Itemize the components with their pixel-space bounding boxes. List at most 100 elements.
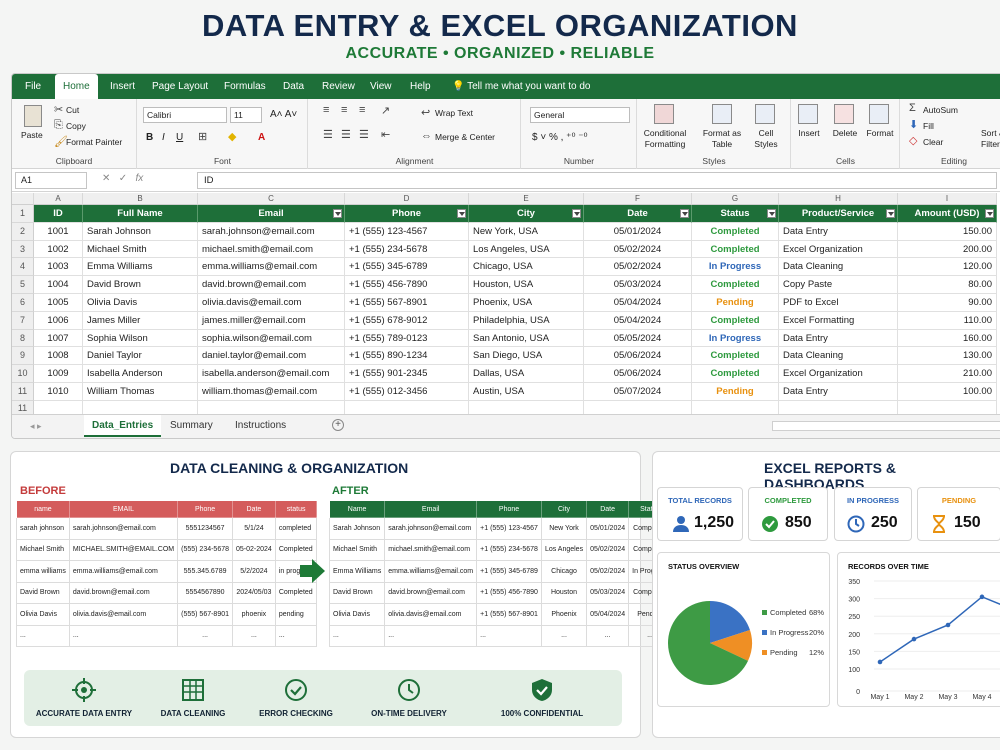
- menu-view[interactable]: View: [370, 74, 392, 99]
- data-cell[interactable]: 1007: [34, 329, 83, 348]
- fill-button[interactable]: Fill: [923, 121, 934, 131]
- align-center-icon[interactable]: ☰: [341, 128, 351, 141]
- data-cell[interactable]: +1 (555) 678-9012: [345, 311, 469, 330]
- fill-color-icon[interactable]: ◆: [228, 130, 236, 143]
- data-cell[interactable]: 05/02/2024: [584, 240, 692, 259]
- header-cell[interactable]: Status: [692, 205, 779, 223]
- data-cell[interactable]: Excel Organization: [779, 240, 898, 259]
- number-format-buttons[interactable]: $ ˅ % , ⁺⁰ ⁻⁰: [532, 132, 588, 143]
- data-cell[interactable]: david.brown@email.com: [198, 276, 345, 294]
- row-header[interactable]: 10: [12, 365, 34, 383]
- column-header-f[interactable]: F: [584, 193, 692, 205]
- font-size-select[interactable]: 11: [230, 107, 262, 123]
- number-format-select[interactable]: General: [530, 107, 630, 123]
- data-cell[interactable]: olivia.davis@email.com: [198, 294, 345, 312]
- cell-styles-button[interactable]: Cell: [746, 128, 786, 138]
- filter-dropdown-icon[interactable]: [767, 209, 776, 218]
- data-cell[interactable]: +1 (555) 012-3456: [345, 383, 469, 401]
- data-cell[interactable]: James Miller: [83, 311, 198, 330]
- indent-icon[interactable]: ⇤: [381, 128, 390, 141]
- paste-button[interactable]: Paste: [21, 130, 43, 140]
- data-cell[interactable]: 1010: [34, 383, 83, 401]
- delete-cells-button[interactable]: Delete: [826, 128, 864, 138]
- header-cell[interactable]: ID: [34, 205, 83, 223]
- data-cell[interactable]: Data Entry: [779, 329, 898, 348]
- clear-button[interactable]: Clear: [923, 137, 943, 147]
- data-cell[interactable]: Completed: [692, 276, 779, 294]
- data-cell[interactable]: 05/06/2024: [584, 365, 692, 383]
- menu-formulas[interactable]: Formulas: [224, 74, 266, 99]
- data-cell[interactable]: 1005: [34, 294, 83, 312]
- data-cell[interactable]: Sophia Wilson: [83, 329, 198, 348]
- data-cell[interactable]: 1004: [34, 276, 83, 294]
- data-cell[interactable]: 1008: [34, 347, 83, 366]
- data-cell[interactable]: San Antonio, USA: [469, 329, 584, 348]
- tab-summary[interactable]: Summary: [162, 415, 221, 437]
- column-header-d[interactable]: D: [345, 193, 469, 205]
- cut-button[interactable]: Cut: [66, 105, 79, 115]
- data-cell[interactable]: 160.00: [898, 329, 997, 348]
- row-header[interactable]: 8: [12, 329, 34, 348]
- data-cell[interactable]: Los Angeles, USA: [469, 240, 584, 259]
- data-cell[interactable]: 120.00: [898, 258, 997, 277]
- row-header[interactable]: 1: [12, 205, 34, 223]
- header-cell[interactable]: Email: [198, 205, 345, 223]
- data-cell[interactable]: San Diego, USA: [469, 347, 584, 366]
- column-header-b[interactable]: B: [83, 193, 198, 205]
- orientation-icon[interactable]: ↗: [381, 104, 390, 117]
- row-header[interactable]: 5: [12, 276, 34, 294]
- menu-page-layout[interactable]: Page Layout: [152, 74, 208, 99]
- row-header[interactable]: 6: [12, 294, 34, 312]
- menu-insert[interactable]: Insert: [110, 74, 135, 99]
- tab-data-entries[interactable]: Data_Entries: [84, 415, 162, 437]
- header-cell[interactable]: Date: [584, 205, 692, 223]
- align-bottom-icon[interactable]: ≡: [359, 104, 365, 116]
- header-cell[interactable]: Phone: [345, 205, 469, 223]
- data-cell[interactable]: +1 (555) 567-8901: [345, 294, 469, 312]
- data-cell[interactable]: Data Cleaning: [779, 258, 898, 277]
- align-left-icon[interactable]: ☰: [323, 128, 333, 141]
- data-cell[interactable]: sophia.wilson@email.com: [198, 329, 345, 348]
- data-cell[interactable]: Phoenix, USA: [469, 294, 584, 312]
- column-header-h[interactable]: H: [779, 193, 898, 205]
- data-cell[interactable]: 05/03/2024: [584, 276, 692, 294]
- data-cell[interactable]: 05/02/2024: [584, 258, 692, 277]
- align-middle-icon[interactable]: ≡: [341, 104, 347, 116]
- column-header-e[interactable]: E: [469, 193, 584, 205]
- data-cell[interactable]: 210.00: [898, 365, 997, 383]
- filter-dropdown-icon[interactable]: [680, 209, 689, 218]
- data-cell[interactable]: 1002: [34, 240, 83, 259]
- tab-instructions[interactable]: Instructions: [227, 415, 294, 437]
- format-as-table-button[interactable]: Format as: [696, 128, 748, 138]
- data-cell[interactable]: Austin, USA: [469, 383, 584, 401]
- insert-cells-button[interactable]: Insert: [792, 128, 826, 138]
- filter-dropdown-icon[interactable]: [985, 209, 994, 218]
- data-cell[interactable]: Completed: [692, 311, 779, 330]
- align-top-icon[interactable]: ≡: [323, 104, 329, 116]
- data-cell[interactable]: Completed: [692, 365, 779, 383]
- data-cell[interactable]: +1 (555) 789-0123: [345, 329, 469, 348]
- italic-button[interactable]: I: [162, 132, 165, 143]
- filter-dropdown-icon[interactable]: [886, 209, 895, 218]
- row-header[interactable]: 2: [12, 222, 34, 241]
- horizontal-scrollbar[interactable]: [772, 421, 1000, 431]
- data-cell[interactable]: 05/04/2024: [584, 294, 692, 312]
- menu-file[interactable]: File: [25, 74, 41, 99]
- add-sheet-button[interactable]: +: [332, 419, 344, 431]
- header-cell[interactable]: Amount (USD): [898, 205, 997, 223]
- data-cell[interactable]: 80.00: [898, 276, 997, 294]
- data-cell[interactable]: +1 (555) 345-6789: [345, 258, 469, 277]
- data-cell[interactable]: Data Entry: [779, 222, 898, 241]
- menu-home[interactable]: Home: [55, 74, 98, 99]
- data-cell[interactable]: New York, USA: [469, 222, 584, 241]
- conditional-formatting-button[interactable]: Conditional: [638, 128, 692, 138]
- font-color-icon[interactable]: A: [258, 132, 265, 143]
- data-cell[interactable]: isabella.anderson@email.com: [198, 365, 345, 383]
- data-cell[interactable]: daniel.taylor@email.com: [198, 347, 345, 366]
- data-cell[interactable]: Pending: [692, 294, 779, 312]
- data-cell[interactable]: Emma Williams: [83, 258, 198, 277]
- data-cell[interactable]: james.miller@email.com: [198, 311, 345, 330]
- data-cell[interactable]: +1 (555) 234-5678: [345, 240, 469, 259]
- data-cell[interactable]: Dallas, USA: [469, 365, 584, 383]
- header-cell[interactable]: City: [469, 205, 584, 223]
